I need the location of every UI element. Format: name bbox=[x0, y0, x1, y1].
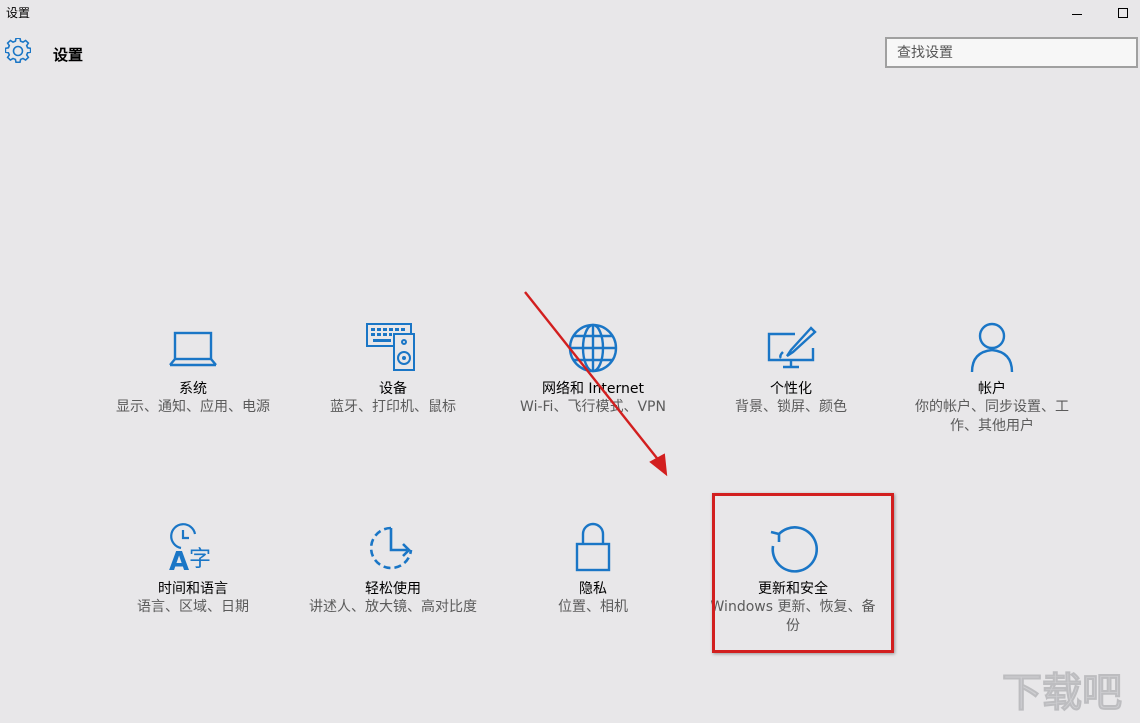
ease-of-access-icon bbox=[369, 526, 413, 570]
tile-description: Windows 更新、恢复、备份 bbox=[710, 599, 876, 634]
person-icon bbox=[970, 322, 1014, 373]
keyboard-speaker-icon bbox=[366, 323, 415, 371]
tile-description: Wi-Fi、飞行模式、VPN bbox=[520, 399, 666, 415]
tile-description: 你的帐户、同步设置、工作、其他用户 bbox=[915, 399, 1069, 434]
tile-devices[interactable]: 设备 蓝牙、打印机、鼠标 bbox=[298, 320, 488, 417]
tile-system[interactable]: 系统 显示、通知、应用、电源 bbox=[98, 320, 288, 417]
minimize-button[interactable] bbox=[1054, 0, 1100, 26]
page-title: 设置 bbox=[53, 46, 84, 64]
svg-text:A: A bbox=[169, 547, 189, 576]
settings-header: 设置 bbox=[0, 36, 600, 70]
tile-label: 更新和安全 bbox=[758, 581, 828, 597]
tile-label: 时间和语言 bbox=[158, 581, 228, 597]
tile-label: 轻松使用 bbox=[365, 581, 421, 597]
refresh-icon bbox=[770, 526, 818, 573]
minimize-icon bbox=[1072, 13, 1082, 15]
tile-privacy[interactable]: 隐私 位置、相机 bbox=[498, 520, 688, 617]
tile-label: 设备 bbox=[379, 381, 407, 397]
tile-label: 个性化 bbox=[770, 381, 812, 397]
tile-label: 系统 bbox=[179, 381, 207, 397]
tile-description: 位置、相机 bbox=[558, 599, 628, 615]
tile-label: 隐私 bbox=[579, 581, 607, 597]
title-bar: 设置 bbox=[0, 0, 1140, 26]
tile-description: 讲述人、放大镜、高对比度 bbox=[309, 599, 477, 615]
globe-icon bbox=[568, 323, 618, 373]
tile-label: 网络和 Internet bbox=[541, 381, 645, 397]
search-input[interactable] bbox=[887, 39, 1127, 66]
tile-network[interactable]: 网络和 Internet Wi-Fi、飞行模式、VPN bbox=[498, 320, 688, 417]
tile-accounts[interactable]: 帐户 你的帐户、同步设置、工作、其他用户 bbox=[897, 320, 1087, 436]
svg-text:字: 字 bbox=[189, 547, 211, 572]
tile-label: 帐户 bbox=[978, 381, 1006, 397]
tile-ease-of-access[interactable]: 轻松使用 讲述人、放大镜、高对比度 bbox=[298, 520, 488, 617]
clock-language-icon: A 字 bbox=[169, 523, 211, 576]
paintbrush-screen-icon bbox=[767, 326, 817, 369]
tile-description: 蓝牙、打印机、鼠标 bbox=[330, 399, 456, 415]
tile-time-language[interactable]: A 字 时间和语言 语言、区域、日期 bbox=[98, 520, 288, 617]
lock-icon bbox=[575, 522, 611, 572]
tile-description: 语言、区域、日期 bbox=[137, 599, 249, 615]
tile-personalization[interactable]: 个性化 背景、锁屏、颜色 bbox=[696, 320, 886, 417]
gear-icon bbox=[5, 38, 31, 64]
maximize-button[interactable] bbox=[1100, 0, 1140, 26]
window-title: 设置 bbox=[6, 6, 31, 20]
svg-text:下载吧: 下载吧 bbox=[1002, 670, 1122, 716]
tile-update-security[interactable]: 更新和安全 Windows 更新、恢复、备份 bbox=[698, 520, 888, 636]
tile-description: 显示、通知、应用、电源 bbox=[116, 399, 270, 415]
tile-description: 背景、锁屏、颜色 bbox=[735, 399, 847, 415]
watermark-logo: 下载吧 bbox=[1002, 670, 1123, 717]
search-box[interactable] bbox=[885, 37, 1138, 68]
laptop-icon bbox=[169, 331, 217, 367]
maximize-icon bbox=[1118, 8, 1128, 18]
